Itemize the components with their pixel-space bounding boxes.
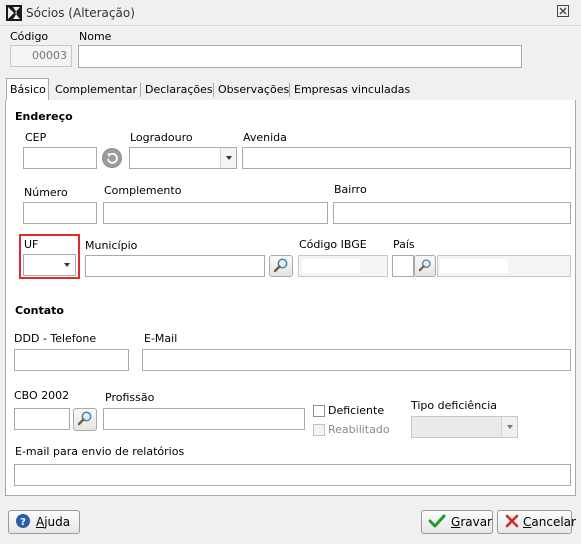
- dropdown-arrow-icon[interactable]: [59, 255, 75, 275]
- tab-separator: [140, 83, 141, 97]
- search-icon: [273, 257, 289, 276]
- numero-field[interactable]: [23, 202, 97, 224]
- gravar-label: Gravar: [451, 515, 492, 529]
- cancel-x-icon: [504, 513, 520, 532]
- dropdown-arrow-icon[interactable]: [220, 148, 236, 168]
- app-logo-icon: [6, 5, 22, 21]
- tipo-deficiencia-select: [411, 416, 518, 438]
- avenida-label: Avenida: [243, 131, 287, 144]
- email-relatorios-field[interactable]: [14, 464, 571, 486]
- municipio-label: Município: [85, 239, 138, 252]
- cep-field[interactable]: [23, 147, 97, 169]
- municipio-search-button[interactable]: [269, 255, 293, 277]
- reabilitado-label: Reabilitado: [328, 423, 390, 436]
- tab-separator: [289, 83, 290, 97]
- uf-select[interactable]: [23, 254, 76, 276]
- ddd-telefone-label: DDD - Telefone: [14, 332, 97, 345]
- avenida-field[interactable]: [242, 147, 571, 169]
- pais-name-field: [437, 255, 571, 277]
- ajuda-button[interactable]: ? Ajuda: [8, 510, 80, 534]
- tab-separator: [213, 83, 214, 97]
- municipio-field[interactable]: [85, 255, 265, 277]
- search-icon: [418, 258, 432, 275]
- bairro-label: Bairro: [334, 183, 367, 196]
- endereco-section-title: Endereço: [15, 110, 73, 123]
- deficiente-checkbox[interactable]: [313, 405, 325, 417]
- logradouro-select[interactable]: [129, 147, 237, 169]
- tab-empresas-vinculadas[interactable]: Empresas vinculadas: [291, 81, 413, 100]
- complemento-label: Complemento: [104, 184, 182, 197]
- gravar-button[interactable]: Gravar: [421, 510, 493, 534]
- tab-declaracoes[interactable]: Declarações: [142, 81, 216, 100]
- search-icon: [77, 410, 93, 429]
- deficiente-label: Deficiente: [328, 404, 385, 417]
- ibge-redacted-area: [302, 259, 360, 273]
- logradouro-label: Logradouro: [130, 131, 193, 144]
- tab-basico[interactable]: Básico: [6, 78, 49, 101]
- window-title: Sócios (Alteração): [26, 6, 135, 20]
- bairro-field[interactable]: [333, 202, 571, 224]
- nome-label: Nome: [79, 30, 112, 43]
- cep-label: CEP: [25, 131, 47, 144]
- email-relatorios-label: E-mail para envio de relatórios: [15, 445, 185, 458]
- dropdown-arrow-icon: [501, 417, 517, 437]
- help-icon: ?: [15, 513, 31, 532]
- complemento-field[interactable]: [103, 202, 328, 224]
- profissao-field[interactable]: [103, 408, 305, 430]
- tab-complementar[interactable]: Complementar: [52, 81, 140, 100]
- reabilitado-checkbox: [313, 424, 325, 436]
- check-icon: [428, 513, 446, 532]
- ajuda-label: Ajuda: [36, 515, 71, 529]
- cbo-label: CBO 2002: [14, 389, 70, 402]
- pais-label: País: [393, 238, 415, 251]
- svg-text:?: ?: [20, 517, 26, 528]
- numero-label: Número: [24, 186, 68, 199]
- tab-observacoes[interactable]: Observações: [215, 81, 292, 100]
- contato-section-title: Contato: [15, 304, 64, 317]
- pais-code-field[interactable]: [392, 255, 414, 277]
- ddd-telefone-field[interactable]: [14, 349, 129, 371]
- codigo-ibge-field: [298, 255, 388, 277]
- cancelar-label: Cancelar: [523, 515, 576, 529]
- codigo-ibge-label: Código IBGE: [299, 238, 367, 251]
- tipo-deficiencia-label: Tipo deficiência: [411, 399, 498, 412]
- close-icon[interactable]: [555, 5, 571, 21]
- pais-redacted-area: [440, 259, 508, 273]
- email-label: E-Mail: [144, 332, 178, 345]
- profissao-label: Profissão: [105, 391, 155, 404]
- email-field[interactable]: [142, 349, 571, 371]
- codigo-field: 00003: [10, 45, 72, 67]
- cbo-field[interactable]: [14, 408, 70, 430]
- cbo-search-button[interactable]: [73, 408, 97, 431]
- nome-field[interactable]: [78, 45, 522, 68]
- refresh-icon[interactable]: [101, 147, 123, 169]
- cancelar-button[interactable]: Cancelar: [497, 510, 576, 534]
- codigo-label: Código: [10, 30, 49, 43]
- pais-search-button[interactable]: [414, 255, 436, 277]
- uf-label: UF: [24, 238, 39, 251]
